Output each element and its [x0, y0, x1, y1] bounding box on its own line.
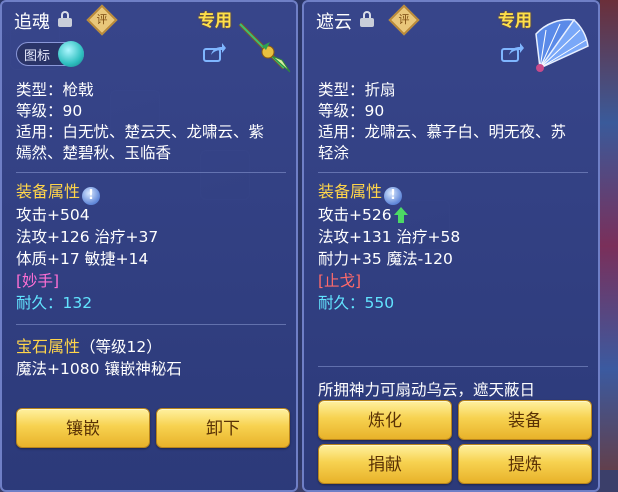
stat-body-agility: 体质+17 敏捷+14 — [16, 250, 149, 268]
lock-icon[interactable] — [360, 11, 374, 27]
item-type: 类型：枪戟 — [16, 81, 94, 99]
durability-value: 550 — [364, 294, 395, 312]
evaluate-icon[interactable]: 评 — [86, 4, 118, 36]
bg-side-strip — [600, 0, 618, 492]
item-level: 等级：90 — [318, 102, 385, 120]
extract-button[interactable]: 提炼 — [458, 444, 592, 484]
item-description: 所拥神力可扇动乌云，遮天蔽日 — [318, 381, 536, 399]
item-applicable-cont: 轻涂 — [318, 144, 350, 162]
refine-button[interactable]: 炼化 — [318, 400, 452, 440]
gem-section-title: 宝石属性（等级12） — [16, 337, 162, 356]
item-tooltip-left: 追魂 评 专用 图标 类型：枪戟 等级：90 适用：白无忧、楚云天、龙啸云、紫 … — [0, 0, 298, 492]
divider — [16, 172, 286, 173]
stat-attack: 攻击+504 — [16, 206, 90, 224]
item-applicable-cont: 嫣然、楚碧秋、玉临香 — [16, 144, 172, 162]
toggle-knob — [58, 41, 84, 67]
stat-magic-heal: 法攻+126 治疗+37 — [16, 228, 159, 246]
divider — [318, 172, 588, 173]
durability: 耐久：132 — [16, 294, 93, 312]
item-tooltip-right: 遮云 评 专用 类型：折扇 等级：90 适用：龙啸云、慕子白、明无夜、苏 轻涂 … — [302, 0, 600, 492]
fan-icon — [535, 18, 589, 72]
item-level: 等级：90 — [16, 102, 83, 120]
durability: 耐久：550 — [318, 294, 395, 312]
donate-button[interactable]: 捐献 — [318, 444, 452, 484]
durability-value: 132 — [62, 294, 93, 312]
attr-section-title: 装备属性! — [16, 182, 101, 205]
inlay-button[interactable]: 镶嵌 — [16, 408, 150, 448]
evaluate-icon[interactable]: 评 — [388, 4, 420, 36]
stat-attack: 攻击+526 — [318, 205, 408, 225]
lock-icon[interactable] — [58, 11, 72, 27]
share-icon[interactable] — [203, 42, 227, 62]
stat-magic-heal: 法攻+131 治疗+58 — [318, 228, 461, 246]
stat-stamina-magic: 耐力+35 魔法-120 — [318, 250, 453, 268]
info-icon[interactable]: ! — [384, 187, 403, 205]
exclusive-tag: 专用 — [498, 11, 532, 31]
divider — [318, 366, 588, 367]
gem-stat: 魔法+1080 镶嵌神秘石 — [16, 360, 182, 378]
icon-toggle[interactable]: 图标 — [16, 41, 84, 67]
icon-toggle-label: 图标 — [24, 49, 51, 64]
gem-level: （等级12） — [80, 338, 162, 356]
exclusive-tag: 专用 — [198, 11, 232, 31]
equip-button[interactable]: 装备 — [458, 400, 592, 440]
spear-icon — [238, 22, 291, 73]
item-name: 追魂 — [14, 12, 50, 33]
divider — [16, 324, 286, 325]
up-arrow-icon — [393, 207, 408, 223]
item-name: 遮云 — [316, 12, 352, 33]
special-skill: [妙手] — [16, 272, 60, 290]
share-icon[interactable] — [501, 42, 525, 62]
item-type: 类型：折扇 — [318, 81, 396, 99]
item-applicable: 适用：龙啸云、慕子白、明无夜、苏 — [318, 123, 567, 141]
remove-button[interactable]: 卸下 — [156, 408, 290, 448]
item-applicable: 适用：白无忧、楚云天、龙啸云、紫 — [16, 123, 265, 141]
special-skill: [止戈] — [318, 272, 362, 290]
attr-section-title: 装备属性! — [318, 182, 403, 205]
info-icon[interactable]: ! — [82, 187, 101, 205]
